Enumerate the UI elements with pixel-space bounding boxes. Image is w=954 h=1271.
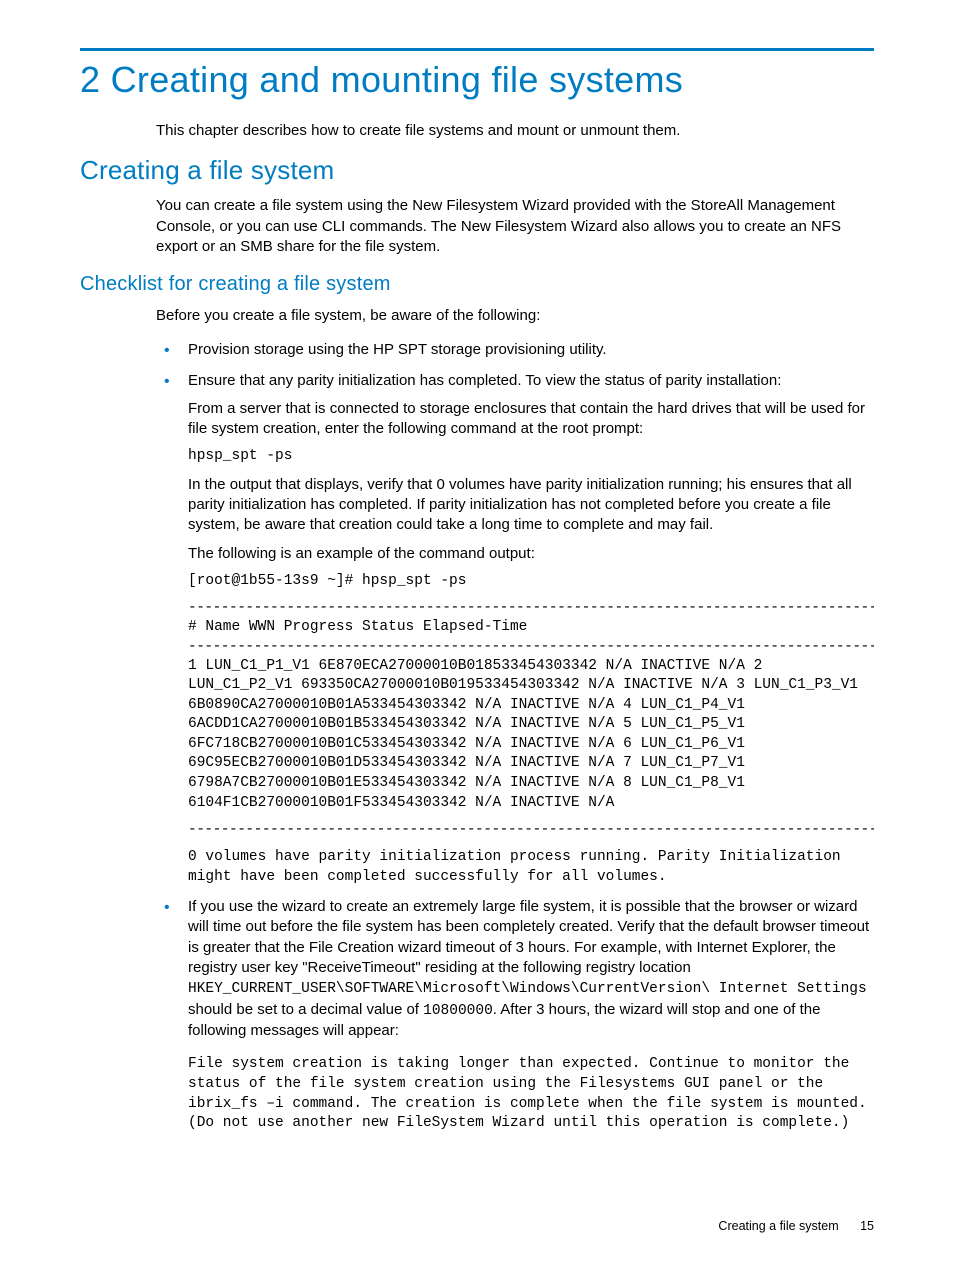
output-divider: ----------------------------------------… (188, 638, 874, 657)
output-header: # Name WWN Progress Status Elapsed-Time (188, 618, 874, 638)
text-run: If you use the wizard to create an extre… (188, 898, 869, 976)
bullet-subpara: The following is an example of the comma… (188, 544, 874, 564)
bullet-subpara: From a server that is connected to stora… (188, 399, 874, 440)
list-item: Provision storage using the HP SPT stora… (156, 340, 874, 360)
output-divider: ----------------------------------------… (188, 599, 874, 618)
top-rule (80, 48, 874, 51)
checklist: Provision storage using the HP SPT stora… (156, 340, 874, 1133)
bullet-subpara: In the output that displays, verify that… (188, 475, 874, 536)
wizard-message: File system creation is taking longer th… (188, 1055, 874, 1133)
command: [root@1b55-13s9 ~]# hpsp_spt -ps (188, 572, 874, 592)
chapter-intro: This chapter describes how to create fil… (156, 121, 874, 141)
page-footer: Creating a file system 15 (718, 1219, 874, 1233)
text-run: should be set to a decimal value of (188, 1001, 423, 1018)
registry-value: 10800000 (423, 1003, 493, 1019)
registry-path: HKEY_CURRENT_USER\SOFTWARE\Microsoft\Win… (188, 981, 867, 997)
chapter-title: 2 Creating and mounting file systems (80, 59, 874, 101)
output-divider: ----------------------------------------… (188, 821, 874, 840)
command-output: 1 LUN_C1_P1_V1 6E870ECA27000010B01853345… (188, 657, 874, 814)
bullet-text: If you use the wizard to create an extre… (188, 898, 869, 1039)
section-intro: You can create a file system using the N… (156, 196, 874, 257)
bullet-text: Provision storage using the HP SPT stora… (188, 341, 607, 358)
section-title: Creating a file system (80, 155, 874, 186)
footer-label: Creating a file system (718, 1219, 838, 1233)
list-item: Ensure that any parity initialization ha… (156, 371, 874, 888)
output-summary: 0 volumes have parity initialization pro… (188, 848, 874, 887)
bullet-text: Ensure that any parity initialization ha… (188, 372, 781, 389)
page-number: 15 (860, 1219, 874, 1233)
list-item: If you use the wizard to create an extre… (156, 897, 874, 1134)
subsection-title: Checklist for creating a file system (80, 273, 874, 296)
command: hpsp_spt -ps (188, 447, 874, 467)
subsection-intro: Before you create a file system, be awar… (156, 306, 874, 326)
